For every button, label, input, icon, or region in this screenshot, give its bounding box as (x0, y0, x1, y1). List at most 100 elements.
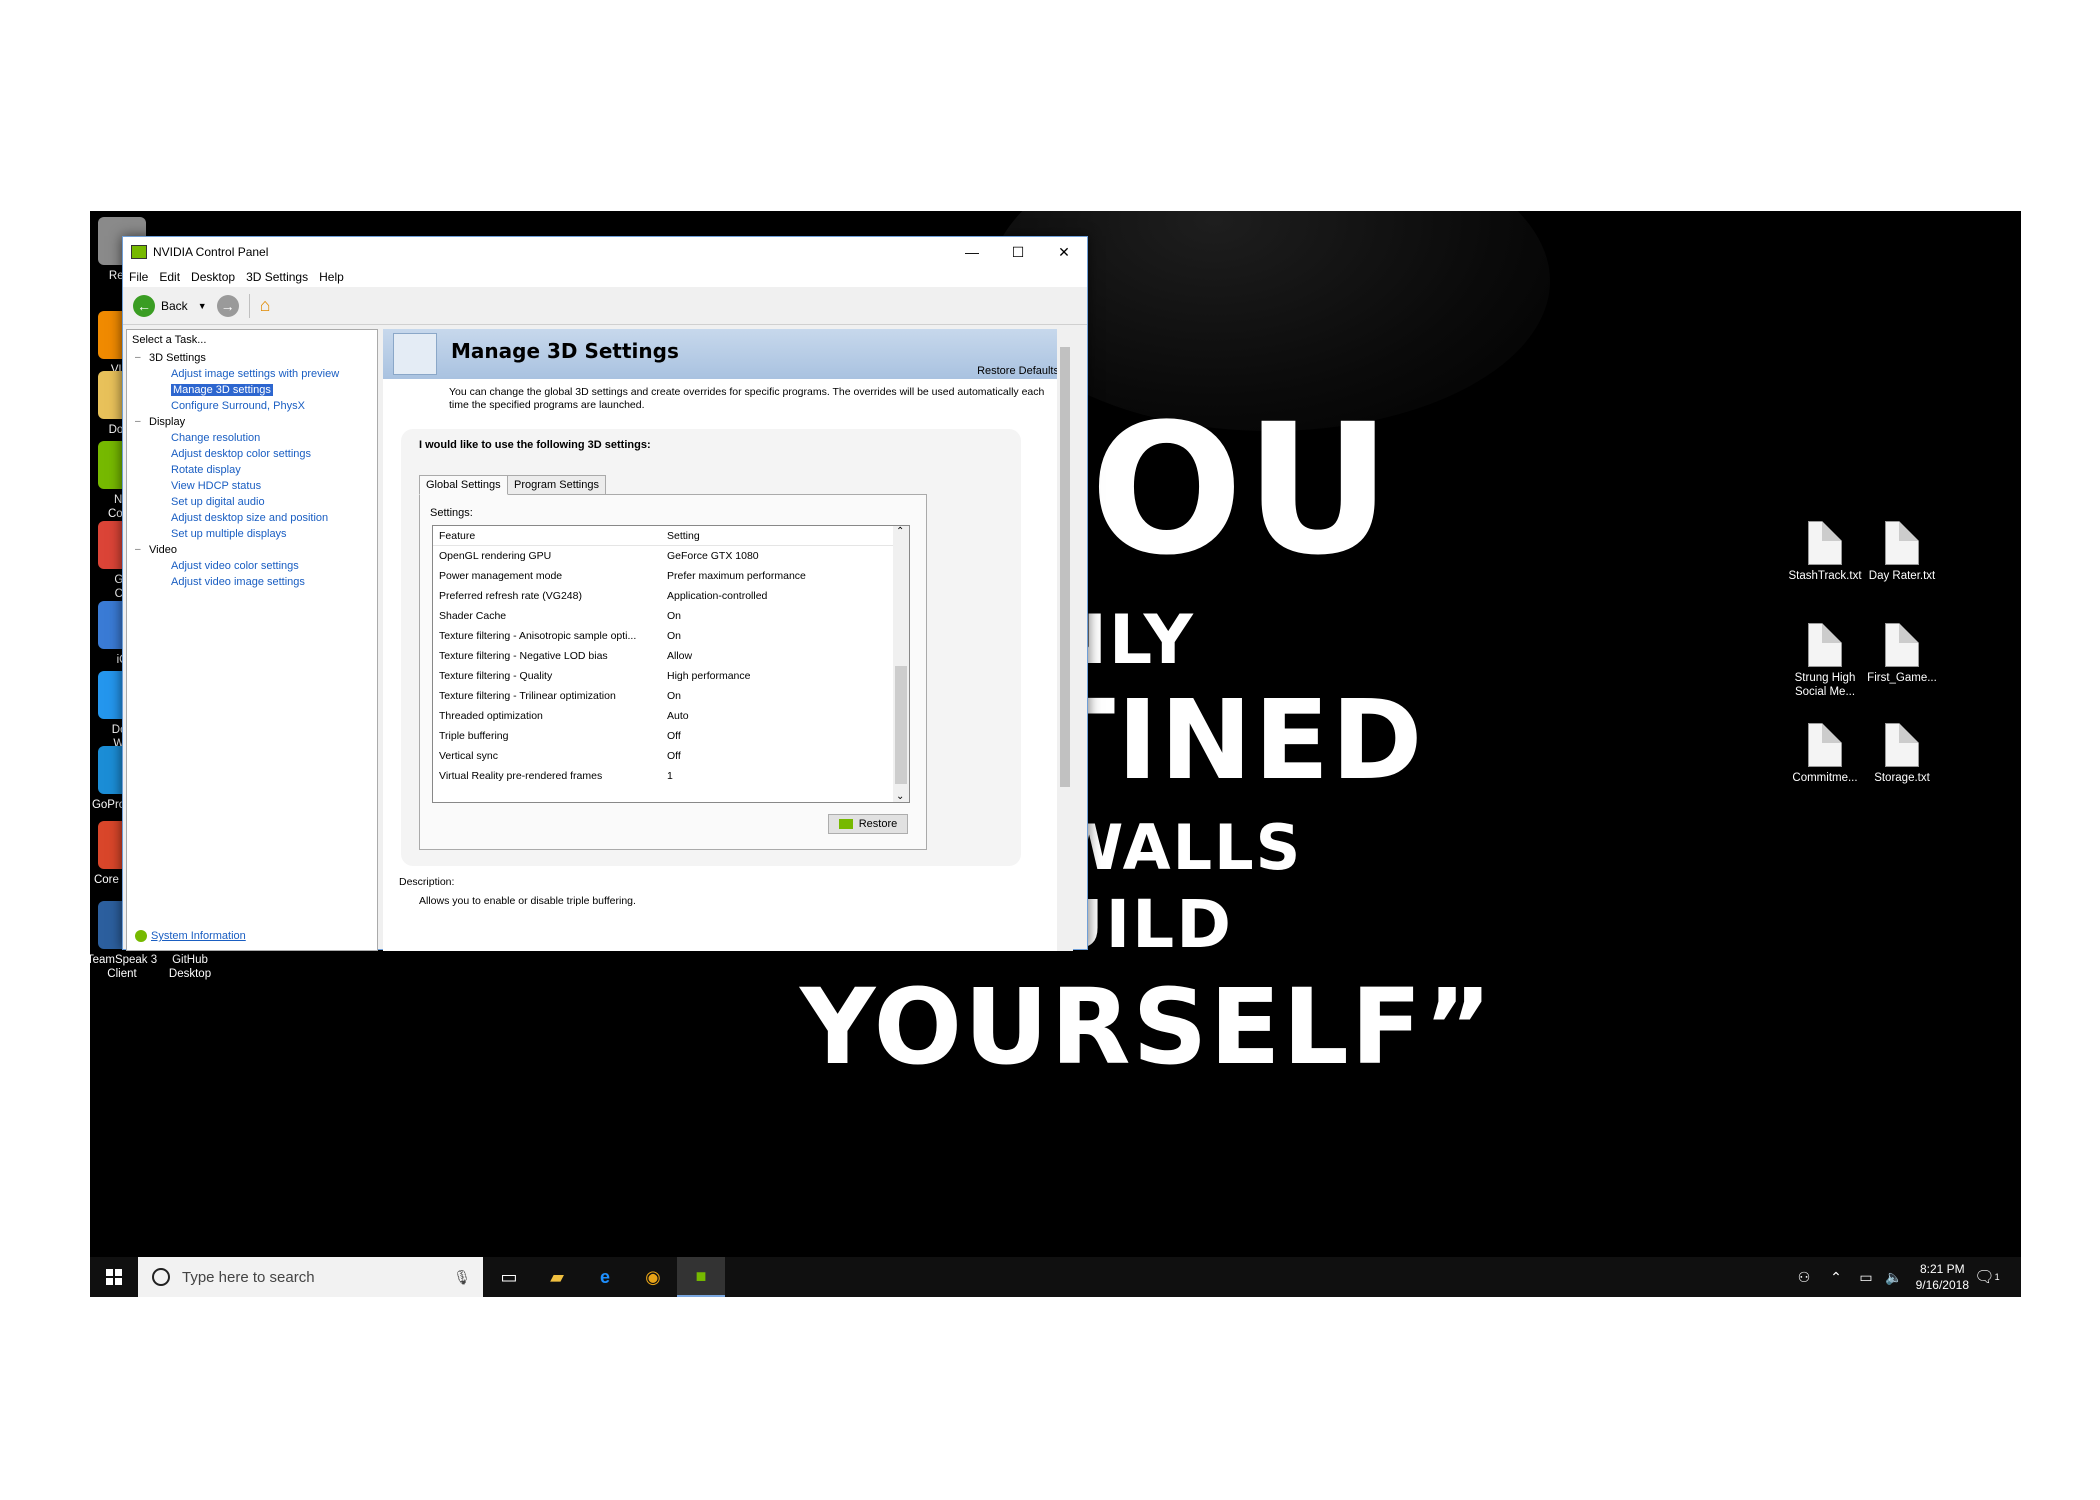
table-row[interactable]: Texture filtering - Trilinear optimizati… (433, 686, 909, 706)
grid-scrollbar[interactable]: ⌃ ⌄ (893, 526, 909, 802)
tab-program-settings[interactable]: Program Settings (507, 475, 606, 495)
table-row[interactable]: Texture filtering - Quality High performa… (433, 666, 909, 686)
taskbar: Type here to search 🎙 ▭ ▰ e ◉ ■ ⚇ ⌃ ▭ 🔈 … (90, 1257, 2021, 1297)
notification-icon[interactable]: 🗨 1 (1963, 1257, 2011, 1297)
back-arrow-icon[interactable]: ← (133, 294, 155, 317)
tree-item[interactable]: Adjust video color settings (127, 558, 377, 574)
desktop-file[interactable]: Strung High Social Me... (1785, 623, 1865, 699)
chrome-icon[interactable]: ◉ (629, 1257, 677, 1297)
menu-item[interactable]: Help (319, 270, 344, 284)
restore-button[interactable]: Restore (828, 814, 908, 834)
tree-item-label: Set up multiple displays (171, 528, 287, 540)
file-explorer-icon[interactable]: ▰ (533, 1257, 581, 1297)
tree-item-label: Adjust desktop size and position (171, 512, 329, 524)
description-text: Allows you to enable or disable triple b… (419, 895, 636, 907)
info-icon (135, 930, 147, 942)
feature-cell: Texture filtering - Anisotropic sample o… (439, 630, 637, 642)
feature-cell: Power management mode (439, 570, 563, 582)
tree-item[interactable]: Adjust desktop color settings (127, 446, 377, 462)
tree-item-label: Adjust desktop color settings (171, 448, 312, 460)
nvidia-taskbar-icon[interactable]: ■ (677, 1257, 725, 1297)
tree-item[interactable]: Adjust video image settings (127, 574, 377, 590)
tree-item[interactable]: Adjust desktop size and position (127, 510, 377, 526)
content-scroll-thumb[interactable] (1060, 347, 1070, 787)
system-information-link[interactable]: System Information (135, 930, 246, 942)
feature-cell: Virtual Reality pre-rendered frames (439, 770, 603, 782)
feature-cell: Threaded optimization (439, 710, 543, 722)
microphone-icon[interactable]: 🎙 (453, 1269, 471, 1286)
tree-item[interactable]: Set up digital audio (127, 494, 377, 510)
tree-category[interactable]: 3D Settings (127, 350, 377, 366)
wallpaper-quote-line: TINED (1040, 676, 1425, 804)
table-row[interactable]: Preferred refresh rate (VG248) Applicatio… (433, 586, 909, 606)
tree-item-label: Adjust video color settings (171, 560, 299, 572)
column-header-setting[interactable]: Setting (661, 530, 881, 542)
setting-cell: 1 (667, 770, 673, 782)
menu-item[interactable]: Edit (159, 270, 180, 284)
restore-defaults-link[interactable]: Restore Defaults (977, 365, 1059, 377)
back-button-label[interactable]: Back (161, 299, 188, 313)
nvidia-logo-icon (838, 819, 853, 829)
nvidia-app-icon (131, 245, 147, 259)
desktop-file[interactable]: Commitme... (1785, 723, 1865, 785)
taskbar-search-box[interactable]: Type here to search 🎙 (138, 1257, 483, 1297)
setting-cell: Application-controlled (667, 590, 768, 602)
text-file-icon (1885, 521, 1919, 565)
intro-text: You can change the global 3D settings an… (449, 386, 1045, 411)
maximize-button[interactable]: ☐ (995, 237, 1041, 267)
grid-scroll-thumb[interactable] (895, 666, 907, 784)
tree-item[interactable]: Change resolution (127, 430, 377, 446)
tree-item[interactable]: Manage 3D settings (127, 382, 377, 398)
table-row[interactable]: Power management mode Prefer maximum perf… (433, 566, 909, 586)
tree-item[interactable]: Rotate display (127, 462, 377, 478)
column-header-feature[interactable]: Feature (433, 530, 661, 542)
volume-icon[interactable]: 🔈 (1870, 1257, 1918, 1297)
menu-item[interactable]: File (129, 270, 148, 284)
table-row[interactable]: Texture filtering - Anisotropic sample o… (433, 626, 909, 646)
table-row[interactable]: Triple buffering Off (433, 726, 909, 746)
task-view-icon[interactable]: ▭ (485, 1257, 533, 1297)
table-row[interactable]: Shader Cache On (433, 606, 909, 626)
scroll-down-icon[interactable]: ⌄ (896, 791, 904, 802)
clock[interactable]: 8:21 PM 9/16/2018 (1916, 1261, 1969, 1293)
menu-item[interactable]: 3D Settings (246, 270, 308, 284)
desktop-file[interactable]: First_Game... (1862, 623, 1942, 685)
feature-cell: Vertical sync (439, 750, 498, 762)
table-row[interactable]: Threaded optimization Auto (433, 706, 909, 726)
tree-item[interactable]: Configure Surround, PhysX (127, 398, 377, 414)
tree-category[interactable]: Display (127, 414, 377, 430)
title-bar[interactable]: NVIDIA Control Panel — ☐ ✕ (123, 237, 1087, 267)
forward-arrow-icon[interactable]: → (216, 294, 239, 317)
tree-item-label: Adjust video image settings (171, 576, 305, 588)
desktop-file-label: Storage.txt (1874, 772, 1930, 784)
wallpaper-quote-line: YOURSELF” (800, 966, 1495, 1088)
tree-item-label: Manage 3D settings (171, 384, 273, 396)
tree-item[interactable]: View HDCP status (127, 478, 377, 494)
scroll-up-icon[interactable]: ⌃ (896, 526, 904, 537)
settings-label: Settings: (430, 507, 473, 519)
home-icon[interactable]: ⌂ (260, 295, 271, 316)
content-scrollbar[interactable] (1057, 329, 1073, 951)
text-file-icon (1885, 723, 1919, 767)
edge-icon[interactable]: e (581, 1257, 629, 1297)
table-row[interactable]: Texture filtering - Negative LOD bias All… (433, 646, 909, 666)
table-row[interactable]: OpenGL rendering GPU GeForce GTX 1080 (433, 546, 909, 566)
minimize-button[interactable]: — (949, 237, 995, 267)
table-row[interactable]: Vertical sync Off (433, 746, 909, 766)
menu-item[interactable]: Desktop (191, 270, 235, 284)
desktop-file[interactable]: Day Rater.txt (1862, 521, 1942, 583)
close-button[interactable]: ✕ (1041, 237, 1087, 267)
nvidia-control-panel-window: NVIDIA Control Panel — ☐ ✕ File Edit Deskt… (122, 236, 1088, 951)
table-row[interactable]: Virtual Reality pre-rendered frames 1 (433, 766, 909, 786)
tree-category[interactable]: Video (127, 542, 377, 558)
back-dropdown-icon[interactable]: ▼ (198, 301, 207, 311)
start-button[interactable] (90, 1257, 138, 1297)
desktop-file[interactable]: StashTrack.txt (1785, 521, 1865, 583)
tree-item[interactable]: Set up multiple displays (127, 526, 377, 542)
setting-cell: GeForce GTX 1080 (667, 550, 759, 562)
clock-date: 9/16/2018 (1915, 1278, 1969, 1292)
desktop-file-label: Strung High Social Me... (1794, 672, 1856, 698)
tab-global-settings[interactable]: Global Settings (419, 475, 508, 495)
desktop-file[interactable]: Storage.txt (1862, 723, 1942, 785)
tree-item[interactable]: Adjust image settings with preview (127, 366, 377, 382)
